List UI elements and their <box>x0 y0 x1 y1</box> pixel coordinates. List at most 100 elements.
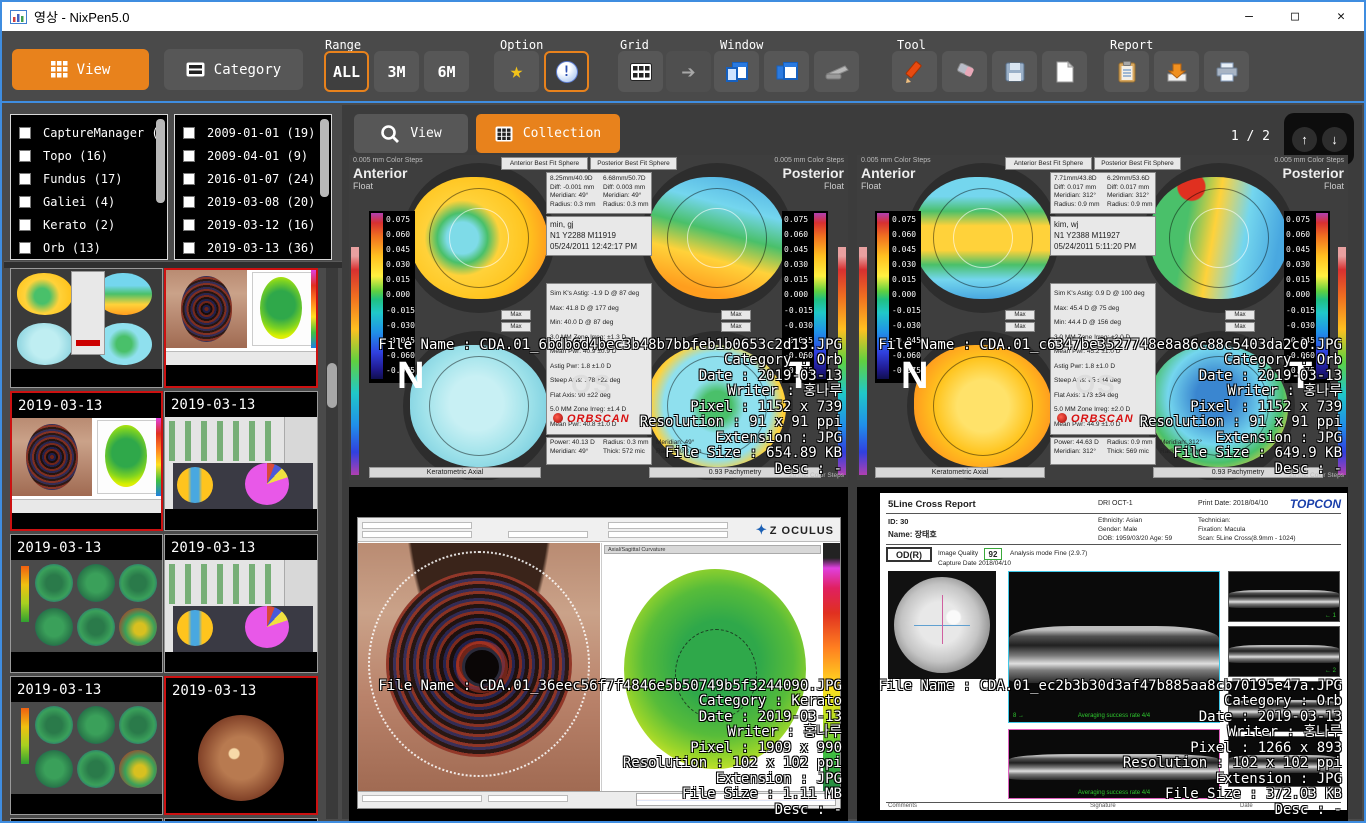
category-list-item[interactable]: Fundus (17) <box>11 167 167 190</box>
save-tool-button[interactable] <box>992 51 1037 92</box>
measure-line: Thick: 569 mic <box>1104 448 1155 457</box>
close-button[interactable]: ✕ <box>1318 2 1364 31</box>
image-panel-oculus[interactable]: ✦Z OCULUS Axial/Sagittal Curvature <box>349 487 848 821</box>
checkbox[interactable] <box>19 196 31 208</box>
thumbnail-quad-maps[interactable]: 2019-03-13 <box>10 534 163 673</box>
page-down-button[interactable]: ↓ <box>1322 127 1347 152</box>
thumbnail-eye-topo[interactable]: 2019-03-13 <box>10 391 163 531</box>
thumbnail-scrollbar[interactable] <box>326 268 338 819</box>
page-up-button[interactable]: ↑ <box>1292 127 1317 152</box>
checkbox[interactable] <box>19 173 31 185</box>
pencil-icon <box>904 61 926 83</box>
measure-line: Meridian: 49° <box>653 439 704 448</box>
thumbnail-partial[interactable] <box>164 818 318 823</box>
grid-next-button[interactable]: ➔ <box>666 51 711 92</box>
bfs-value: Meridian: 49° <box>600 192 651 201</box>
patient-name: Name: 장태호 <box>888 529 937 540</box>
scale-value: -0.030 <box>1286 318 1315 333</box>
date-list-item[interactable]: 2009-01-01 (19) <box>175 121 331 144</box>
checkbox[interactable] <box>19 150 31 162</box>
window-title: 영상 - NixPen5.0 <box>34 7 129 26</box>
view-button[interactable]: View <box>12 49 149 90</box>
averaging-label: Averaging success rate 4/4 <box>1078 790 1150 796</box>
measure-line: Power: 40.13 D <box>547 439 598 448</box>
category-list-item[interactable]: Kerato (2) <box>11 213 167 236</box>
category-icon <box>186 62 205 77</box>
print-button[interactable] <box>1204 51 1249 92</box>
range-group-label: Range <box>325 38 361 52</box>
category-button[interactable]: Category <box>164 49 303 90</box>
checkbox[interactable] <box>19 242 31 254</box>
checkbox[interactable] <box>183 173 195 185</box>
anterior-label: Anterior <box>861 165 915 181</box>
color-steps-bottom-label: 20 mic Color Steps <box>1289 472 1344 479</box>
checkbox[interactable] <box>183 196 195 208</box>
checkbox[interactable] <box>19 127 31 139</box>
keratometric-strip: Keratometric Axial <box>369 467 541 478</box>
range-all-button[interactable]: ALL <box>324 51 369 92</box>
checkbox[interactable] <box>183 219 195 231</box>
category-list-item[interactable]: Orb (13) <box>11 236 167 259</box>
maximize-button[interactable]: □ <box>1272 2 1318 31</box>
grid-layout-button[interactable] <box>618 51 663 92</box>
image-panel-orbscan-2[interactable]: 0.005 mm Color Steps Anterior Float 0.00… <box>857 155 1348 480</box>
scale-value: -0.015 <box>1286 303 1315 318</box>
new-document-button[interactable] <box>1042 51 1087 92</box>
range-6m-button[interactable]: 6M <box>424 51 469 92</box>
category-list-scrollbar[interactable] <box>156 119 165 203</box>
checkbox[interactable] <box>183 127 195 139</box>
date-list-scrollbar[interactable] <box>320 119 329 197</box>
bfs-anterior-header: Anterior Best Fit Sphere <box>1005 157 1092 170</box>
image-panel-oct-report[interactable]: 5Line Cross Report DRI OCT-1 Print Date:… <box>857 487 1348 821</box>
scanner-button[interactable] <box>814 51 859 92</box>
orbscan-logo: ORBSCAN <box>1057 413 1134 425</box>
category-list-item[interactable]: Galiei (4) <box>11 190 167 213</box>
range-3m-button[interactable]: 3M <box>374 51 419 92</box>
scrollbar-thumb[interactable] <box>327 363 337 408</box>
eraser-tool-button[interactable] <box>942 51 987 92</box>
thumbnail-partial[interactable] <box>10 818 163 823</box>
info-option-button[interactable]: ! <box>544 51 589 92</box>
grid-icon <box>51 61 68 78</box>
tab-view[interactable]: View <box>354 114 468 153</box>
date-label: 2009-04-01 (9) <box>207 149 308 163</box>
eye-photo <box>358 543 600 793</box>
report-button[interactable] <box>1104 51 1149 92</box>
date-list-item[interactable]: 2019-03-08 (20) <box>175 190 331 213</box>
thumbnail-quad-maps[interactable]: 2019-03-13 <box>10 676 163 815</box>
scale-value: -0.045 <box>892 333 921 348</box>
thumbnail-galilei[interactable]: 2019-03-13 <box>164 534 318 673</box>
scale-value: -0.015 <box>386 303 415 318</box>
tab-collection[interactable]: Collection <box>476 114 620 153</box>
date-list-item[interactable]: 2019-03-12 (16) <box>175 213 331 236</box>
checkbox[interactable] <box>19 219 31 231</box>
category-list-item[interactable]: CaptureManager (7 <box>11 121 167 144</box>
date-list-item[interactable]: 2019-03-13 (36) <box>175 236 331 259</box>
checkbox[interactable] <box>183 150 195 162</box>
topo-map <box>641 331 793 480</box>
date-list-item[interactable]: 2009-04-01 (9) <box>175 144 331 167</box>
image-quality-label: Image Quality <box>938 550 978 557</box>
checkbox[interactable] <box>183 242 195 254</box>
bfs-value: Diff: 0.003 mm <box>600 184 651 193</box>
thumbnail-fundus[interactable]: 2019-03-13 <box>164 676 318 815</box>
max-box: Max <box>1225 322 1255 332</box>
category-list-item[interactable]: Topo (16) <box>11 144 167 167</box>
minimize-button[interactable]: – <box>1226 2 1272 31</box>
report-export-button[interactable] <box>1154 51 1199 92</box>
bfs-value: Radius: 0.9 mm <box>1104 201 1155 210</box>
thumbnail-orbscan[interactable] <box>10 268 163 388</box>
oculus-logo: ✦Z OCULUS <box>756 522 834 538</box>
scale-value: 0.075 <box>784 212 813 227</box>
favorite-button[interactable]: ★ <box>494 51 539 92</box>
pencil-tool-button[interactable] <box>892 51 937 92</box>
window-single-button[interactable] <box>714 51 759 92</box>
thumbnail-galilei[interactable]: 2019-03-13 <box>164 391 318 531</box>
image-panel-orbscan-1[interactable]: 0.005 mm Color Steps Anterior Float 0.00… <box>349 155 848 480</box>
measure-line: Meridian: 312° <box>1157 439 1208 448</box>
window-cascade-button[interactable] <box>764 51 809 92</box>
color-steps-label: 0.005 mm Color Steps <box>861 157 931 164</box>
date-list-item[interactable]: 2016-01-07 (24) <box>175 167 331 190</box>
scan-mark: 8 → <box>1013 713 1024 719</box>
thumbnail-eye-topo[interactable] <box>164 268 318 388</box>
